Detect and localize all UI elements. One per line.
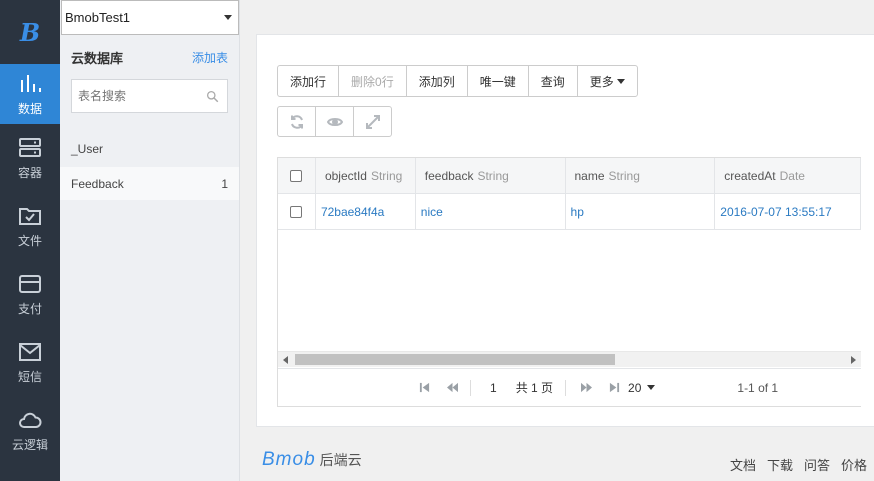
footer-brand[interactable]: Bmob 后端云 bbox=[262, 449, 362, 471]
cell-feedback[interactable]: nice bbox=[416, 194, 566, 229]
first-page-icon[interactable] bbox=[416, 380, 432, 396]
nav-item-label: 数据 bbox=[17, 101, 42, 116]
footer-brand-suffix: 后端云 bbox=[319, 452, 362, 468]
row-checkbox[interactable] bbox=[290, 205, 303, 218]
table-name: Feedback bbox=[71, 176, 124, 191]
prev-page-icon[interactable] bbox=[444, 380, 460, 396]
column-name: feedback bbox=[424, 168, 474, 183]
last-page-icon[interactable] bbox=[606, 380, 622, 396]
horizontal-scrollbar[interactable] bbox=[278, 351, 861, 367]
bar-chart-icon bbox=[21, 74, 41, 92]
table-search bbox=[71, 79, 228, 113]
nav-item-label: 容器 bbox=[17, 165, 42, 180]
query-button[interactable]: 查询 bbox=[527, 65, 578, 97]
footer-link-docs[interactable]: 文档 bbox=[730, 455, 756, 474]
page-total: 共 1 页 bbox=[515, 381, 554, 395]
delete-rows-button[interactable]: 删除0行 bbox=[338, 65, 407, 97]
more-button[interactable]: 更多 bbox=[576, 65, 638, 97]
table-list: _User Feedback 1 bbox=[60, 132, 239, 200]
column-type: Date bbox=[779, 168, 805, 183]
footer-link-qa[interactable]: 问答 bbox=[804, 455, 830, 474]
column-header-objectid[interactable]: objectId String bbox=[316, 158, 416, 193]
panel-title: 云数据库 bbox=[71, 50, 124, 66]
app-name: BmobTest1 bbox=[65, 10, 131, 25]
mail-icon bbox=[19, 342, 41, 361]
scroll-right-icon[interactable] bbox=[851, 356, 856, 364]
column-type: String bbox=[370, 168, 403, 183]
table-count: 1 bbox=[221, 176, 228, 191]
cloud-icon bbox=[19, 412, 42, 428]
column-type: String bbox=[608, 168, 640, 183]
add-row-button[interactable]: 添加行 bbox=[277, 65, 340, 97]
eye-icon bbox=[326, 117, 343, 126]
table-search-input[interactable] bbox=[78, 89, 198, 103]
nav-item-label: 支付 bbox=[17, 301, 42, 316]
column-type: String bbox=[477, 168, 509, 183]
column-name: objectId bbox=[324, 168, 367, 183]
scrollbar-thumb[interactable] bbox=[295, 354, 615, 365]
nav-item-label: 文件 bbox=[17, 233, 42, 248]
table-item-user[interactable]: _User bbox=[60, 132, 239, 165]
nav-item-label: 短信 bbox=[17, 369, 42, 384]
data-grid: objectId String feedback String name String… bbox=[277, 157, 861, 407]
chevron-down-icon bbox=[647, 385, 656, 390]
footer-links: 文档 下载 问答 价格 FA bbox=[730, 455, 874, 474]
card-icon bbox=[19, 274, 41, 293]
view-toolbar bbox=[277, 106, 392, 137]
search-icon[interactable] bbox=[206, 90, 219, 103]
nav-item-label: 云逻辑 bbox=[11, 437, 48, 452]
expand-icon bbox=[365, 114, 380, 129]
server-icon bbox=[19, 137, 41, 157]
select-all-checkbox[interactable] bbox=[290, 169, 303, 182]
nav-item-cloud-logic[interactable]: 云逻辑 bbox=[0, 396, 60, 464]
unique-key-button[interactable]: 唯一键 bbox=[466, 65, 529, 97]
column-header-createdat[interactable]: createdAt Date bbox=[715, 158, 861, 193]
cell-name[interactable]: hp bbox=[566, 194, 716, 229]
footer-logo: Bmob bbox=[262, 449, 316, 470]
column-header-name[interactable]: name String bbox=[566, 158, 716, 193]
column-name: name bbox=[574, 168, 605, 183]
refresh-icon bbox=[290, 114, 303, 129]
folder-icon bbox=[19, 207, 41, 225]
cell-createdat[interactable]: 2016-07-07 13:55:17 bbox=[715, 194, 861, 229]
toggle-columns-button[interactable] bbox=[315, 106, 354, 137]
pager-divider bbox=[565, 379, 567, 396]
page-size-value: 20 bbox=[628, 380, 642, 395]
page-size-select[interactable]: 20 bbox=[628, 380, 656, 395]
footer-link-download[interactable]: 下载 bbox=[767, 455, 793, 474]
table-item-feedback[interactable]: Feedback 1 bbox=[60, 167, 239, 200]
record-count: 1-1 of 1 bbox=[737, 380, 779, 395]
fullscreen-button[interactable] bbox=[353, 106, 392, 137]
toolbar: 添加行 删除0行 添加列 唯一键 查询 更多 bbox=[277, 65, 638, 97]
page-number-input[interactable]: 1 bbox=[490, 381, 497, 395]
column-name: createdAt bbox=[724, 168, 776, 183]
nav-item-data[interactable]: 数据 bbox=[0, 64, 60, 124]
app-selector[interactable]: BmobTest1 bbox=[61, 0, 239, 35]
grid-header: objectId String feedback String name String… bbox=[278, 158, 861, 194]
next-page-icon[interactable] bbox=[578, 380, 594, 396]
nav-item-file[interactable]: 文件 bbox=[0, 192, 60, 260]
footer-link-pricing[interactable]: 价格 bbox=[841, 455, 867, 474]
table-name: _User bbox=[71, 141, 104, 156]
bmob-logo[interactable]: B bbox=[0, 0, 60, 64]
nav-item-sms[interactable]: 短信 bbox=[0, 328, 60, 396]
nav-item-payment[interactable]: 支付 bbox=[0, 260, 60, 328]
data-browser: 添加行 删除0行 添加列 唯一键 查询 更多 objectId String fe… bbox=[256, 34, 874, 427]
more-label: 更多 bbox=[589, 74, 614, 89]
scroll-left-icon[interactable] bbox=[283, 356, 288, 364]
pager-divider bbox=[470, 379, 471, 396]
refresh-button[interactable] bbox=[277, 106, 316, 137]
pagination: 1 共 1 页 20 1-1 of 1 bbox=[278, 368, 861, 406]
table-row[interactable]: 72bae84f4a nice hp 2016-07-07 13:55:17 bbox=[278, 194, 861, 230]
table-panel: BmobTest1 云数据库 添加表 _User Feedback 1 bbox=[60, 0, 240, 481]
chevron-down-icon bbox=[224, 15, 232, 20]
nav-item-container[interactable]: 容器 bbox=[0, 124, 60, 192]
cell-objectid[interactable]: 72bae84f4a bbox=[316, 194, 416, 229]
add-table-link[interactable]: 添加表 bbox=[192, 49, 228, 66]
column-header-feedback[interactable]: feedback String bbox=[416, 158, 566, 193]
chevron-down-icon bbox=[616, 78, 625, 84]
add-column-button[interactable]: 添加列 bbox=[405, 65, 468, 97]
nav-rail: B 数据 容器 文件 支付 短信 云逻辑 bbox=[0, 0, 60, 481]
